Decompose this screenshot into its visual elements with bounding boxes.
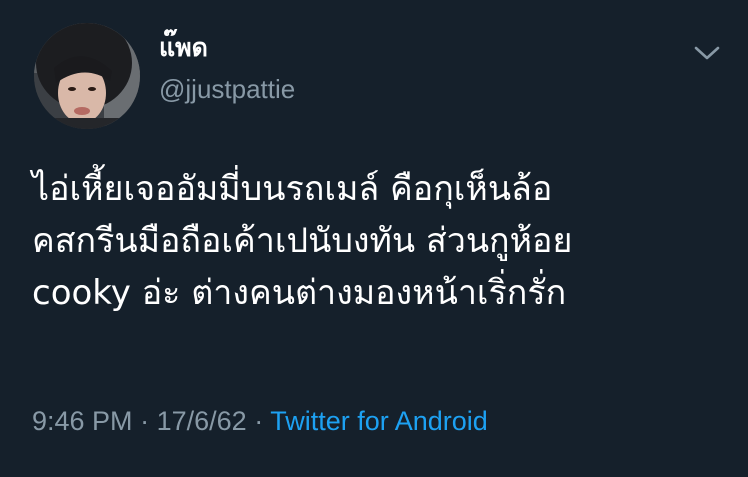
tweet-source-link[interactable]: Twitter for Android [270,406,488,436]
display-name[interactable]: แ๊พด [159,35,208,60]
meta-separator: · [254,406,264,436]
tweet-text-line: ไอ่เหี้ยเจออัมมี่บนรถเมล์ คือกุเห็นล้อ [32,169,553,209]
tweet-text-line: cooky อ่ะ ต่างคนต่างมองหน้าเริ่กรั่ก [32,273,567,313]
tweet-time[interactable]: 9:46 PM [32,406,133,436]
avatar[interactable] [34,23,140,129]
chevron-down-icon[interactable] [693,43,721,63]
tweet-card: แ๊พด @jjustpattie ไอ่เหี้ยเจออัมมี่บนรถเ… [0,0,748,477]
user-handle[interactable]: @jjustpattie [159,76,295,102]
meta-separator: · [140,406,150,436]
tweet-date[interactable]: 17/6/62 [157,406,247,436]
tweet-meta: 9:46 PM · 17/6/62 · Twitter for Android [32,408,488,435]
tweet-text-line: คสกรีนมือถือเค้าเปนับงทัน ส่วนกูห้อย [32,221,573,261]
tweet-text: ไอ่เหี้ยเจออัมมี่บนรถเมล์ คือกุเห็นล้อ ค… [32,163,732,319]
